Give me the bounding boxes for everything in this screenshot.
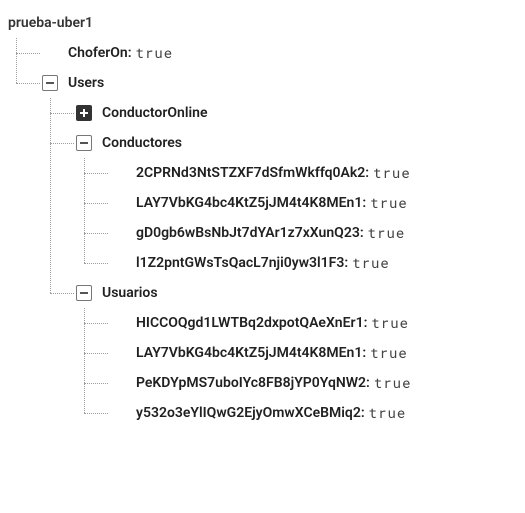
tree-node: PeKDYpMS7uboIYc8FB8jYP0YqNW2: true: [110, 368, 525, 398]
key-value-separator: :: [362, 196, 366, 210]
tree-guide-horizontal: [84, 263, 108, 264]
tree-row[interactable]: Users: [42, 68, 525, 98]
tree-guide-horizontal: [16, 83, 40, 84]
database-tree: prueba-uber1ChoferOn:trueUsersConductorO…: [0, 0, 525, 436]
tree-row[interactable]: gD0gb6wBsNbJt7dYAr1z7xXunQ23: true: [110, 218, 525, 248]
children-container: ConductorOnline Conductores 2CPRNd3NtSTZXF…: [42, 98, 525, 428]
tree-row[interactable]: l1Z2pntGWsTsQacL7nji0yw3l1F3: true: [110, 248, 525, 278]
key-value-separator: :: [360, 226, 364, 240]
collapse-icon[interactable]: [42, 75, 58, 91]
key-value-separator: :: [361, 406, 365, 420]
tree-node: LAY7VbKG4bc4KtZ5jJM4t4K8MEn1: true: [110, 188, 525, 218]
node-key: PeKDYpMS7uboIYc8FB8jYP0YqNW2: [136, 376, 366, 390]
node-value: true: [374, 376, 412, 390]
key-value-separator: :: [365, 166, 369, 180]
node-value: true: [373, 166, 411, 180]
node-key: l1Z2pntGWsTsQacL7nji0yw3l1F3: [136, 256, 344, 270]
key-value-separator: :: [362, 346, 366, 360]
root-node-label: prueba-uber1: [8, 16, 93, 30]
node-key: gD0gb6wBsNbJt7dYAr1z7xXunQ23: [136, 226, 360, 240]
tree-node: UsuariosHICCOQgd1LWTBq2dxpotQAeXnEr1:tru…: [76, 278, 525, 428]
tree-guide-horizontal: [84, 353, 108, 354]
key-value-separator: :: [364, 316, 368, 330]
tree-row[interactable]: Usuarios: [76, 278, 525, 308]
tree-node: ConductorOnline: [76, 98, 525, 128]
children-container: HICCOQgd1LWTBq2dxpotQAeXnEr1:trueLAY7VbK…: [76, 308, 525, 428]
tree-row[interactable]: y532o3eYlIQwG2EjyOmwXCeBMiq2: true: [110, 398, 525, 428]
tree-row[interactable]: ConductorOnline: [76, 98, 525, 128]
tree-node: ChoferOn: true: [42, 38, 525, 68]
node-value: true: [136, 46, 174, 60]
tree-row[interactable]: prueba-uber1: [8, 8, 525, 38]
key-value-separator: :: [366, 376, 370, 390]
tree-guide-horizontal: [84, 383, 108, 384]
tree-node: y532o3eYlIQwG2EjyOmwXCeBMiq2: true: [110, 398, 525, 428]
node-key: 2CPRNd3NtSTZXF7dSfmWkffq0Ak2: [136, 166, 365, 180]
node-value: true: [352, 256, 390, 270]
tree-guide-horizontal: [84, 173, 108, 174]
tree-guide-horizontal: [50, 113, 74, 114]
key-value-separator: :: [128, 46, 132, 60]
node-key: Users: [68, 76, 104, 90]
node-key: LAY7VbKG4bc4KtZ5jJM4t4K8MEn1: [136, 346, 362, 360]
tree-guide-horizontal: [84, 203, 108, 204]
tree-row[interactable]: LAY7VbKG4bc4KtZ5jJM4t4K8MEn1: true: [110, 188, 525, 218]
node-key: LAY7VbKG4bc4KtZ5jJM4t4K8MEn1: [136, 196, 362, 210]
expand-icon[interactable]: [76, 105, 92, 121]
tree-node: Conductores 2CPRNd3NtSTZXF7dSfmWkffq0Ak2:…: [76, 128, 525, 278]
tree-guide-horizontal: [84, 233, 108, 234]
node-value: true: [368, 226, 406, 240]
tree-node: gD0gb6wBsNbJt7dYAr1z7xXunQ23: true: [110, 218, 525, 248]
node-key: Conductores: [102, 136, 182, 150]
tree-row[interactable]: HICCOQgd1LWTBq2dxpotQAeXnEr1:true: [110, 308, 525, 338]
node-key: HICCOQgd1LWTBq2dxpotQAeXnEr1: [136, 316, 364, 330]
tree-node: LAY7VbKG4bc4KtZ5jJM4t4K8MEn1: true: [110, 338, 525, 368]
tree-guide-horizontal: [16, 53, 40, 54]
tree-guide-horizontal: [84, 323, 108, 324]
node-key: ConductorOnline: [102, 106, 207, 120]
tree-row[interactable]: Conductores: [76, 128, 525, 158]
tree-row[interactable]: LAY7VbKG4bc4KtZ5jJM4t4K8MEn1: true: [110, 338, 525, 368]
node-value: true: [370, 346, 408, 360]
node-value: true: [369, 406, 407, 420]
tree-row[interactable]: PeKDYpMS7uboIYc8FB8jYP0YqNW2: true: [110, 368, 525, 398]
children-container: ChoferOn:trueUsersConductorOnlineConduct…: [8, 38, 525, 428]
node-value: true: [370, 196, 408, 210]
tree-guide-vertical: [50, 98, 51, 293]
node-key: Usuarios: [102, 286, 158, 300]
collapse-icon[interactable]: [76, 285, 92, 301]
tree-node: Users ConductorOnline Conductores 2CPRNd3Nt…: [42, 68, 525, 428]
tree-guide-vertical: [16, 38, 17, 83]
node-key: ChoferOn: [68, 46, 128, 60]
tree-guide-horizontal: [84, 413, 108, 414]
tree-guide-horizontal: [50, 143, 74, 144]
collapse-icon[interactable]: [76, 135, 92, 151]
tree-node: HICCOQgd1LWTBq2dxpotQAeXnEr1:true: [110, 308, 525, 338]
children-container: 2CPRNd3NtSTZXF7dSfmWkffq0Ak2:trueLAY7VbK…: [76, 158, 525, 278]
tree-row[interactable]: ChoferOn: true: [42, 38, 525, 68]
tree-node: 2CPRNd3NtSTZXF7dSfmWkffq0Ak2: true: [110, 158, 525, 188]
tree-guide-horizontal: [50, 293, 74, 294]
tree-node: l1Z2pntGWsTsQacL7nji0yw3l1F3: true: [110, 248, 525, 278]
node-value: true: [371, 316, 409, 330]
key-value-separator: :: [344, 256, 348, 270]
tree-row[interactable]: 2CPRNd3NtSTZXF7dSfmWkffq0Ak2: true: [110, 158, 525, 188]
root-node: prueba-uber1ChoferOn:trueUsersConductorO…: [8, 8, 525, 428]
node-key: y532o3eYlIQwG2EjyOmwXCeBMiq2: [136, 406, 361, 420]
